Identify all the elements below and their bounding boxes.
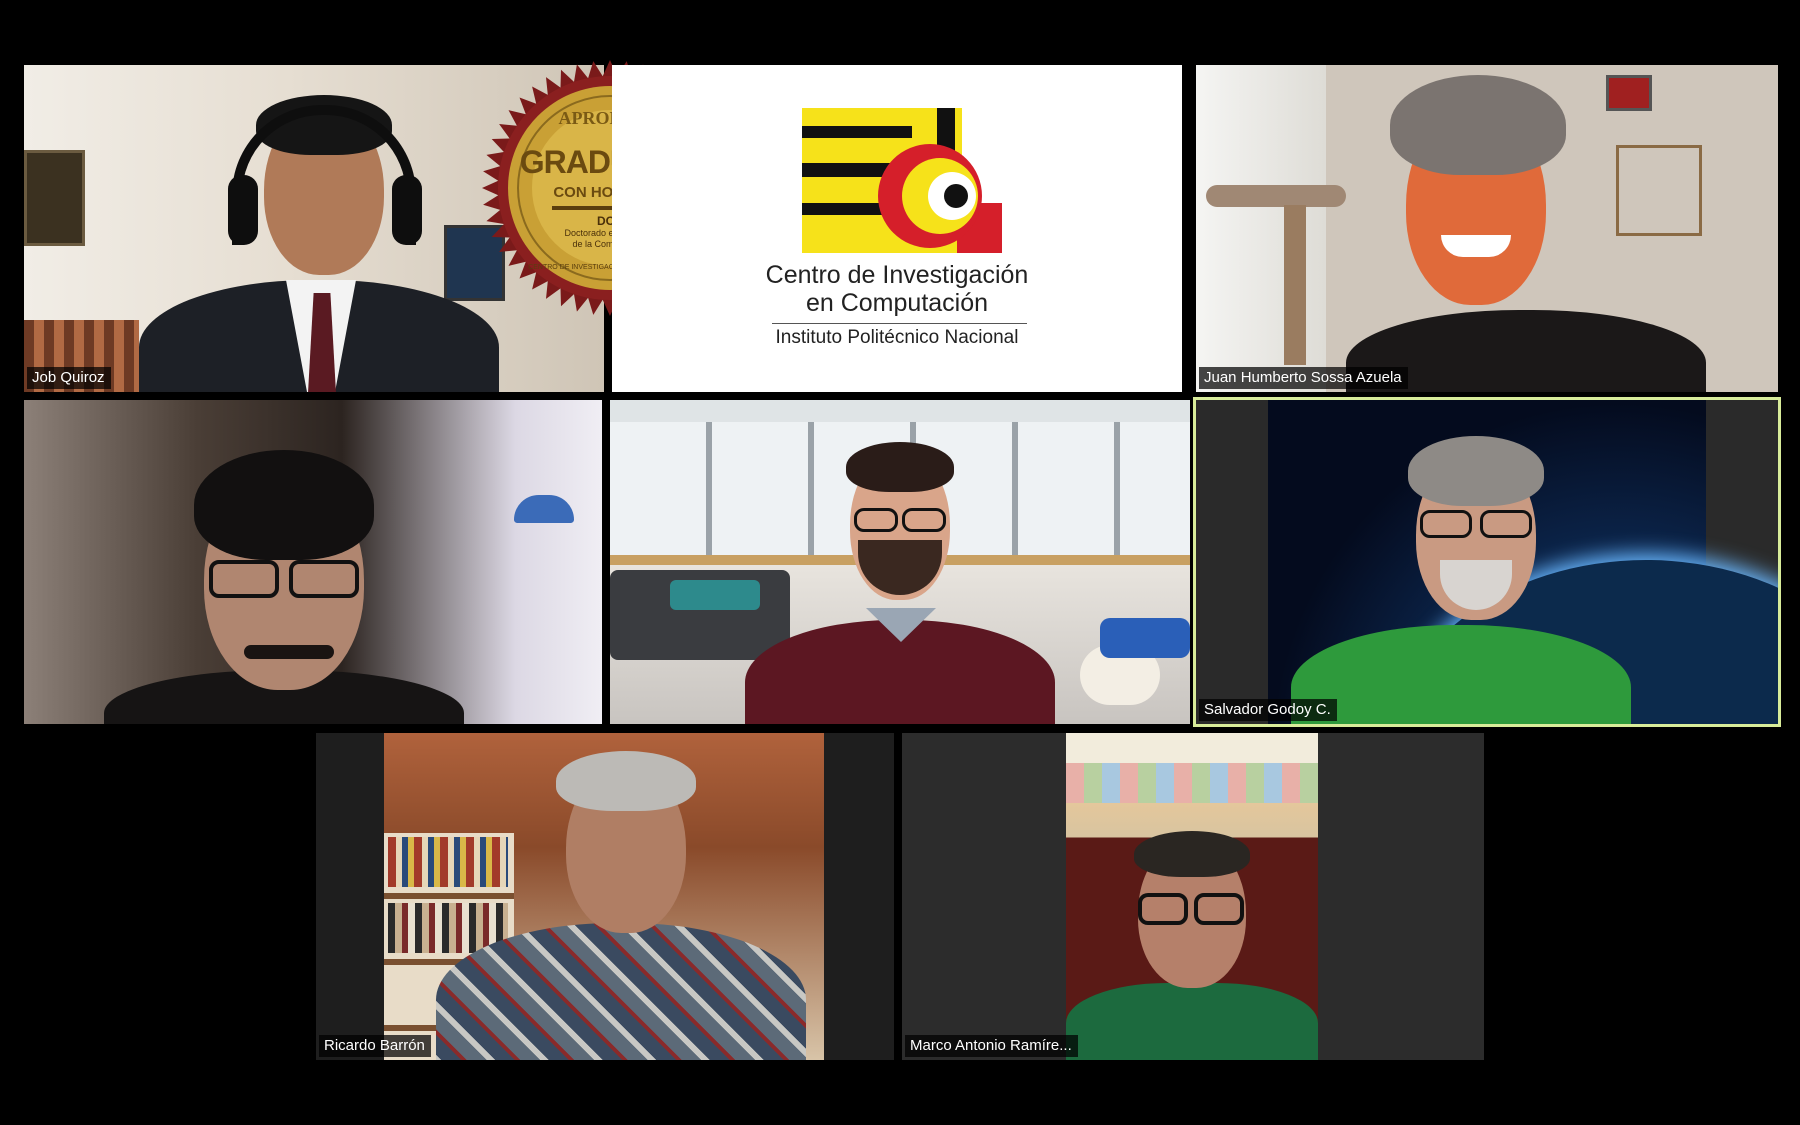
participant-hair bbox=[1390, 75, 1566, 175]
participant-hair bbox=[846, 442, 954, 492]
video-tile-marco-antonio-ramirez[interactable]: Marco Antonio Ramíre... bbox=[902, 733, 1484, 1060]
glasses-right bbox=[902, 508, 946, 532]
participant-hair bbox=[1408, 436, 1544, 506]
smile bbox=[1441, 235, 1511, 257]
participant-hair bbox=[194, 450, 374, 560]
glasses-right bbox=[1480, 510, 1532, 538]
glasses-left bbox=[1420, 510, 1472, 538]
wallpaper-border bbox=[1066, 763, 1318, 803]
participant-hair bbox=[1134, 831, 1250, 877]
participant-name-label: Salvador Godoy C. bbox=[1199, 699, 1337, 721]
video-tile-participant-5[interactable] bbox=[610, 400, 1190, 724]
institution-name-line2: en Computación bbox=[805, 289, 989, 317]
wall-painting bbox=[24, 150, 85, 246]
video-tile-participant-4[interactable] bbox=[24, 400, 602, 724]
institution-logo-tile[interactable]: Centro de Investigación en Computación I… bbox=[612, 65, 1182, 392]
glasses-right bbox=[289, 560, 359, 598]
glasses-left bbox=[209, 560, 279, 598]
glasses-left bbox=[1138, 893, 1188, 925]
video-tile-juan-humberto-sossa-azuela[interactable]: Juan Humberto Sossa Azuela bbox=[1196, 65, 1778, 392]
headphone-cup-right bbox=[392, 175, 422, 245]
window-light bbox=[1196, 65, 1326, 392]
glasses-right bbox=[1194, 893, 1244, 925]
glasses-left bbox=[854, 508, 898, 532]
participant-name-label: Ricardo Barrón bbox=[319, 1035, 431, 1057]
institution-name-line1: Centro de Investigación bbox=[765, 261, 1029, 289]
participant-body bbox=[436, 923, 806, 1060]
cic-logo-icon bbox=[802, 108, 1002, 253]
mustache bbox=[244, 645, 334, 659]
institution-divider bbox=[772, 323, 1027, 324]
headphone-cup-left bbox=[228, 175, 258, 245]
books bbox=[388, 837, 508, 887]
sofa-cushion bbox=[670, 580, 760, 610]
participant-body bbox=[1066, 983, 1318, 1060]
wall-frame bbox=[1616, 145, 1702, 236]
participant-name-label: Job Quiroz bbox=[27, 367, 111, 389]
cat-tree bbox=[1206, 185, 1346, 207]
participant-hair bbox=[556, 751, 696, 811]
blue-ottoman bbox=[1100, 618, 1190, 658]
institution-parent: Instituto Politécnico Nacional bbox=[775, 327, 1019, 348]
participant-name-label: Juan Humberto Sossa Azuela bbox=[1199, 367, 1408, 389]
video-tile-ricardo-barron[interactable]: Ricardo Barrón bbox=[316, 733, 894, 1060]
participant-name-label: Marco Antonio Ramíre... bbox=[905, 1035, 1078, 1057]
cat-tree-post bbox=[1284, 205, 1306, 365]
wall-frame-small bbox=[1606, 75, 1652, 111]
video-tile-salvador-godoy[interactable]: Salvador Godoy C. bbox=[1193, 397, 1781, 727]
